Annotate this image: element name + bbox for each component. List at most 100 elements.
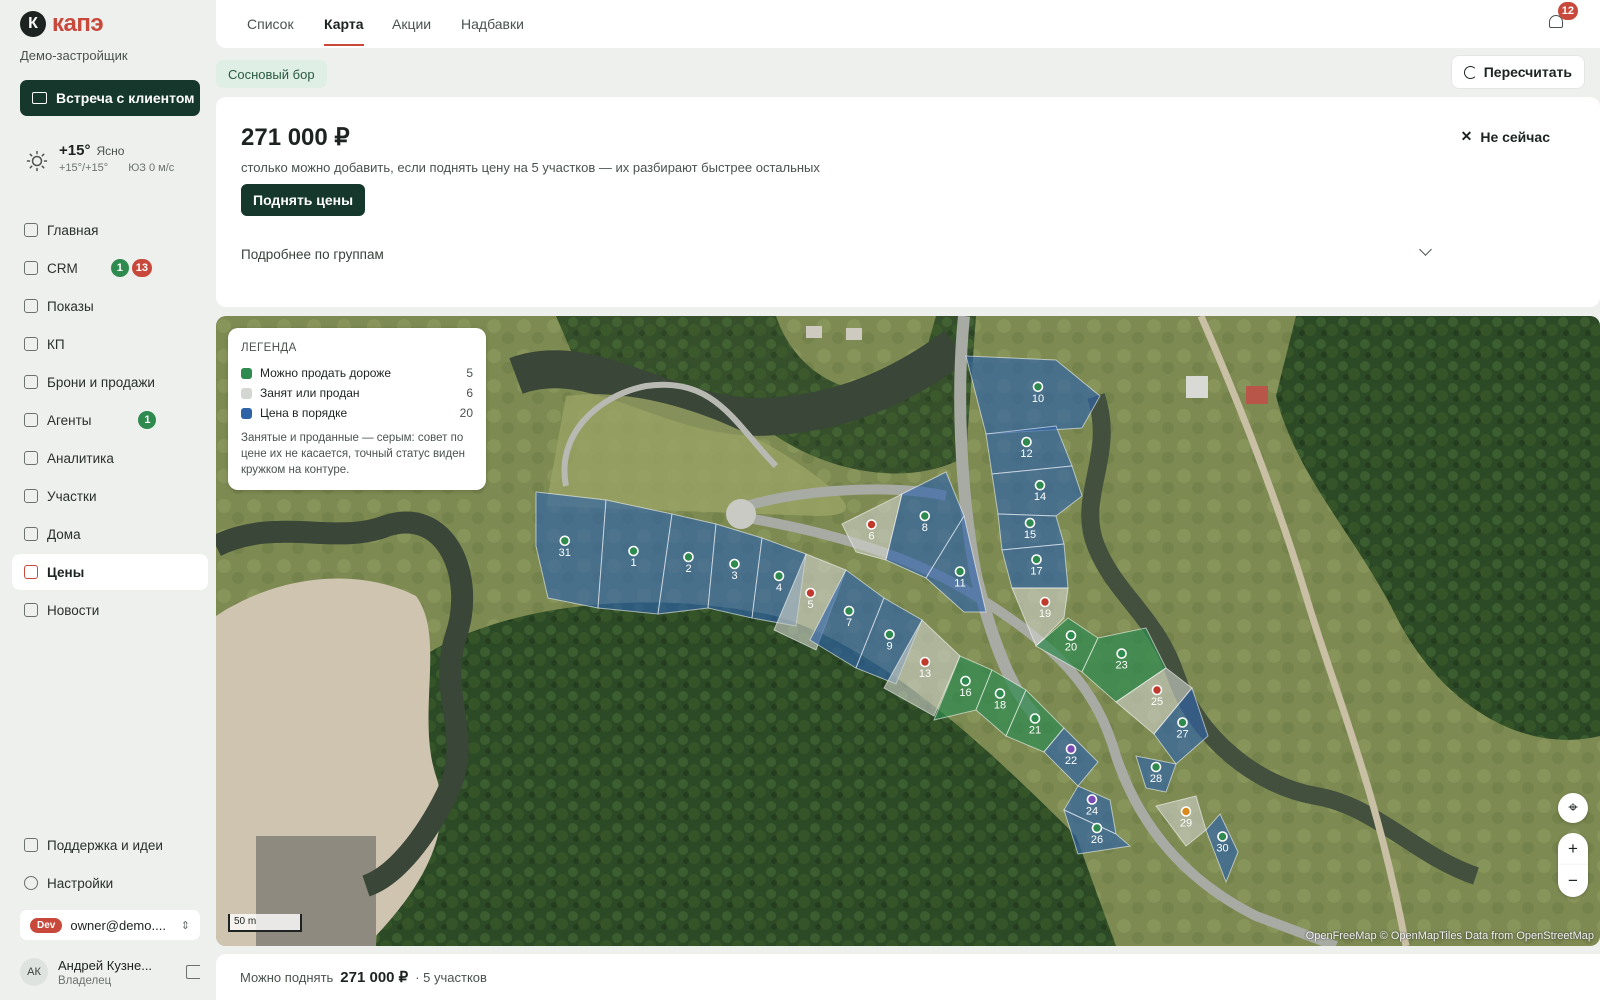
house-roof (846, 328, 862, 340)
dismiss-button[interactable]: ✕ Не сейчас (1461, 128, 1550, 145)
chevron-updown-icon: ⇕ (180, 919, 190, 932)
legend-swatch (241, 387, 252, 399)
recalculate-button[interactable]: Пересчитать (1451, 56, 1584, 88)
nav-item-agents[interactable]: Агенты 1 (12, 402, 208, 438)
plots-map[interactable]: 31 1 2 3 4 5 7 9 13 16 18 21 22 24 26 6 8 11 10 12 14 15 17 19 2… (216, 316, 1600, 946)
plot-number: 29 (1180, 818, 1192, 830)
nav-label: Брони и продажи (47, 374, 155, 390)
legend-swatch (241, 367, 252, 379)
chevron-down-icon[interactable] (1419, 243, 1432, 256)
main-nav: Главная CRM 1 13 Показы КП Брони и продаж… (12, 212, 208, 630)
plot-status-dot (1024, 517, 1036, 529)
plot-status-dot (559, 535, 571, 547)
zoom-in-button[interactable]: + (1558, 833, 1588, 865)
plot-status-dot (1091, 822, 1103, 834)
legend-count: 6 (466, 386, 473, 400)
map-attribution[interactable]: OpenFreeMap © OpenMapTiles Data from Ope… (1306, 930, 1594, 942)
env-tag: Dev (30, 917, 63, 933)
home-grid-icon (24, 223, 38, 237)
plot-number: 22 (1065, 755, 1077, 767)
plot-17[interactable]: 17 (1001, 543, 1069, 589)
zoom-out-button[interactable]: − (1558, 865, 1588, 897)
nav-item-support[interactable]: Поддержка и идеи (12, 827, 208, 863)
logout-icon[interactable] (186, 965, 200, 979)
nav-item-home[interactable]: Главная (12, 212, 208, 248)
raise-prices-button[interactable]: Поднять цены (241, 184, 366, 216)
plot-number: 12 (1020, 448, 1032, 460)
environment-switcher[interactable]: Dev owner@demo.... ⇕ (20, 910, 200, 940)
price-tag-icon (24, 565, 38, 579)
plot-status-dot (919, 656, 931, 668)
plot-status-dot (1116, 648, 1127, 659)
building-icon (24, 413, 38, 427)
user-profile[interactable]: АК Андрей Кузне... Владелец (20, 952, 200, 992)
groups-toggle[interactable]: Подробнее по группам (241, 247, 384, 262)
presentation-icon (32, 92, 47, 104)
plot-status-dot (729, 558, 740, 570)
plot-status-dot (683, 551, 694, 563)
plot-status-dot (1065, 630, 1077, 641)
plot-status-dot (994, 688, 1006, 699)
legend-swatch (241, 407, 252, 419)
plot-status-dot (960, 675, 971, 687)
plot-number: 8 (922, 522, 928, 534)
user-role: Владелец (58, 974, 112, 987)
plot-status-dot (1065, 743, 1077, 755)
tab-surcharges[interactable]: Надбавки (461, 16, 524, 32)
plot-status-dot (1031, 554, 1042, 565)
locate-icon[interactable]: ⌖ (1558, 793, 1588, 823)
user-name: Андрей Кузне... (58, 957, 153, 973)
summary-label: Можно поднять (240, 969, 334, 985)
plot-status-dot (1034, 479, 1046, 491)
meet-client-button[interactable]: Встреча с клиентом (20, 80, 200, 116)
plot-31[interactable]: 31 (535, 491, 607, 609)
tab-list[interactable]: Список (247, 16, 294, 32)
legend-count: 5 (466, 366, 473, 380)
sidebar: К капэ Демо-застройщик Встреча с клиенто… (0, 0, 216, 1000)
nav-label: Аналитика (47, 450, 114, 466)
nav-item-shows[interactable]: Показы (12, 288, 208, 324)
plot-status-dot (1039, 596, 1051, 608)
plot-polygon[interactable] (535, 491, 607, 609)
summary-bar: Можно поднять 271 000 ₽ · 5 участков (216, 954, 1600, 1000)
weather-temp: +15° Ясно (59, 142, 174, 159)
plot-number: 11 (954, 578, 965, 590)
nav-item-prices[interactable]: Цены (12, 554, 208, 590)
plot-number: 23 (1115, 660, 1127, 672)
plot-status-dot (866, 519, 877, 530)
plot-number: 21 (1029, 725, 1041, 737)
plot-status-dot (1032, 381, 1044, 393)
plot-status-dot (773, 570, 785, 582)
project-chip[interactable]: Сосновый бор (216, 60, 327, 88)
nav-label: КП (47, 336, 65, 352)
house-roof (1186, 376, 1208, 398)
nav-item-crm[interactable]: CRM 1 13 (12, 250, 208, 286)
dismiss-label: Не сейчас (1480, 128, 1550, 145)
legend-item-busy: Занят или продан 6 (241, 383, 473, 403)
logo[interactable]: К капэ (20, 10, 104, 38)
tab-promotions[interactable]: Акции (392, 16, 431, 32)
nav-item-bookings[interactable]: Брони и продажи (12, 364, 208, 400)
plot-number: 10 (1032, 393, 1044, 405)
nav-item-kp[interactable]: КП (12, 326, 208, 362)
plot-status-dot (1180, 806, 1192, 817)
legend-note: Занятые и проданные — серым: совет по це… (241, 432, 465, 476)
notifications-badge: 12 (1557, 2, 1578, 20)
plot-number: 31 (559, 547, 571, 559)
nav-item-news[interactable]: Новости (12, 592, 208, 628)
plots-icon (24, 489, 38, 503)
meet-client-label: Встреча с клиентом (56, 90, 195, 106)
plot-number: 9 (886, 641, 892, 653)
monitor-icon (24, 299, 38, 313)
nav-item-settings[interactable]: Настройки (12, 865, 208, 901)
house-icon (24, 527, 38, 541)
plot-number: 18 (994, 700, 1006, 712)
plot-status-dot (1021, 436, 1032, 448)
tab-map[interactable]: Карта (324, 16, 364, 46)
nav-label: Агенты (47, 412, 92, 428)
nav-item-plots[interactable]: Участки (12, 478, 208, 514)
nav-item-analytics[interactable]: Аналитика (12, 440, 208, 476)
summary-amount: 271 000 ₽ (340, 969, 409, 986)
nav-item-houses[interactable]: Дома (12, 516, 208, 552)
nav-label: Новости (47, 602, 100, 618)
